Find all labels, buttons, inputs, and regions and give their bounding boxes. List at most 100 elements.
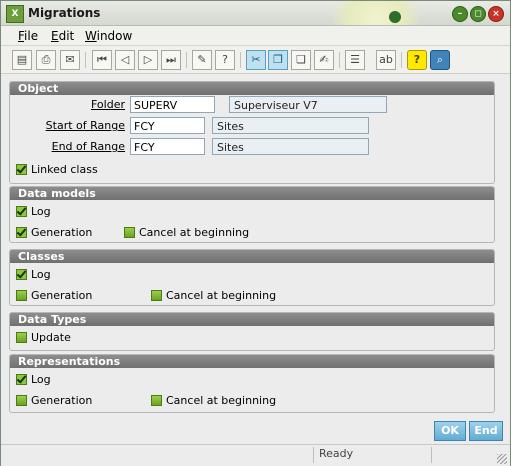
start-range-label: Start of Range — [45, 119, 125, 132]
menu-edit-label: dit — [58, 29, 75, 43]
status-divider — [431, 447, 432, 463]
status-text: Ready — [319, 447, 354, 460]
representations-cancel-label: Cancel at beginning — [166, 394, 277, 407]
next-icon[interactable]: ▷ — [138, 50, 158, 70]
print-icon[interactable]: ⎙ — [36, 50, 56, 70]
linked-class-label: Linked class — [31, 163, 98, 176]
help-icon[interactable]: ? — [407, 50, 427, 70]
toolbar: ▤ ⎙ ✉ ⏮ ◁ ▷ ⏭ ✎ ? ✂ ❐ ❏ ✍ ☰ ab ? ⌕ — [1, 46, 510, 74]
window-title: Migrations — [28, 6, 101, 20]
folder-label: Folder — [91, 98, 125, 111]
previous-icon[interactable]: ◁ — [115, 50, 135, 70]
menu-file[interactable]: File — [18, 29, 38, 43]
checkbox-unchecked-icon — [16, 395, 27, 406]
linked-class-checkbox[interactable]: Linked class — [16, 163, 98, 176]
migrations-window: X Migrations – ◻ × File Edit Window ▤ ⎙ … — [0, 0, 511, 466]
data-models-log-checkbox[interactable]: Log — [16, 205, 51, 218]
representations-group: Representations Log Generation Cancel at… — [9, 354, 495, 413]
menu-edit[interactable]: Edit — [51, 29, 74, 43]
data-models-group: Data models Log Generation Cancel at beg… — [9, 186, 495, 243]
checkbox-unchecked-icon — [124, 227, 135, 238]
representations-cancel-checkbox[interactable]: Cancel at beginning — [151, 394, 276, 407]
minimize-button[interactable]: – — [452, 6, 468, 22]
checkbox-unchecked-icon — [151, 290, 162, 301]
last-icon[interactable]: ⏭ — [161, 50, 181, 70]
data-models-generation-label: Generation — [31, 226, 93, 239]
menu-bar: File Edit Window — [1, 26, 510, 46]
classes-generation-label: Generation — [31, 289, 93, 302]
object-header: Object — [10, 82, 494, 95]
data-types-group: Data Types Update — [9, 312, 495, 351]
classes-generation-checkbox[interactable]: Generation — [16, 289, 92, 302]
new-icon[interactable]: ▤ — [12, 50, 32, 70]
form-content: Object Folder SUPERV Superviseur V7 Star… — [1, 74, 510, 419]
classes-cancel-label: Cancel at beginning — [166, 289, 277, 302]
classes-cancel-checkbox[interactable]: Cancel at beginning — [151, 289, 276, 302]
end-range-label: End of Range — [51, 140, 125, 153]
menu-window[interactable]: Window — [85, 29, 132, 43]
representations-log-label: Log — [31, 373, 51, 386]
representations-header: Representations — [10, 355, 494, 368]
app-logo-icon: X — [6, 5, 24, 23]
start-range-input[interactable]: FCY — [130, 117, 205, 134]
checkbox-checked-icon — [16, 227, 27, 238]
toolbar-separator — [85, 52, 86, 68]
data-models-generation-checkbox[interactable]: Generation — [16, 226, 92, 239]
folder-input[interactable]: SUPERV — [130, 96, 215, 113]
classes-log-checkbox[interactable]: Log — [16, 268, 51, 281]
data-models-log-label: Log — [31, 205, 51, 218]
title-bar[interactable]: X Migrations – ◻ × — [1, 1, 510, 26]
end-button[interactable]: End — [469, 421, 503, 441]
classes-log-label: Log — [31, 268, 51, 281]
title-decoration — [331, 1, 421, 25]
data-models-cancel-checkbox[interactable]: Cancel at beginning — [124, 226, 249, 239]
first-icon[interactable]: ⏮ — [92, 50, 112, 70]
select-icon[interactable]: ✂ — [246, 50, 266, 70]
start-range-description: Sites — [212, 117, 369, 134]
checkbox-unchecked-icon — [16, 332, 27, 343]
status-bar: Ready — [1, 444, 510, 466]
menu-edit-mnemonic: E — [51, 29, 59, 43]
representations-log-checkbox[interactable]: Log — [16, 373, 51, 386]
title-decoration-dot — [389, 11, 401, 23]
data-types-update-checkbox[interactable]: Update — [16, 331, 71, 344]
toolbar-separator — [186, 52, 187, 68]
text-field-icon[interactable]: ab — [376, 50, 396, 70]
classes-header: Classes — [10, 250, 494, 263]
checkbox-unchecked-icon — [16, 290, 27, 301]
paste-icon[interactable]: ❏ — [291, 50, 311, 70]
data-types-update-label: Update — [31, 331, 71, 344]
toolbar-separator — [401, 52, 402, 68]
sign-icon[interactable]: ✍ — [314, 50, 334, 70]
end-range-input[interactable]: FCY — [130, 138, 205, 155]
folder-description: Superviseur V7 — [229, 96, 387, 113]
data-types-header: Data Types — [10, 313, 494, 326]
toolbar-separator — [339, 52, 340, 68]
ok-button[interactable]: OK — [434, 421, 466, 441]
status-divider — [313, 447, 314, 463]
toolbar-separator — [240, 52, 241, 68]
checkbox-checked-icon — [16, 269, 27, 280]
text-report-icon[interactable]: ☰ — [345, 50, 365, 70]
menu-window-mnemonic: W — [85, 29, 97, 43]
menu-file-label: ile — [24, 29, 39, 43]
checkbox-checked-icon — [16, 164, 27, 175]
classes-group: Classes Log Generation Cancel at beginni… — [9, 249, 495, 306]
resize-grip-icon[interactable] — [497, 454, 507, 464]
menu-window-label: indow — [96, 29, 133, 43]
representations-generation-label: Generation — [31, 394, 93, 407]
copy-icon[interactable]: ❐ — [268, 50, 288, 70]
attach-icon[interactable]: ✎ — [192, 50, 212, 70]
checkbox-unchecked-icon — [151, 395, 162, 406]
data-models-cancel-label: Cancel at beginning — [139, 226, 250, 239]
email-icon[interactable]: ✉ — [60, 50, 80, 70]
maximize-button[interactable]: ◻ — [470, 6, 486, 22]
checkbox-checked-icon — [16, 374, 27, 385]
object-group: Object Folder SUPERV Superviseur V7 Star… — [9, 81, 495, 184]
end-range-description: Sites — [212, 138, 369, 155]
close-button[interactable]: × — [488, 6, 504, 22]
representations-generation-checkbox[interactable]: Generation — [16, 394, 92, 407]
checkbox-checked-icon — [16, 206, 27, 217]
help-block-icon[interactable]: ? — [215, 50, 235, 70]
search-icon[interactable]: ⌕ — [430, 50, 450, 70]
